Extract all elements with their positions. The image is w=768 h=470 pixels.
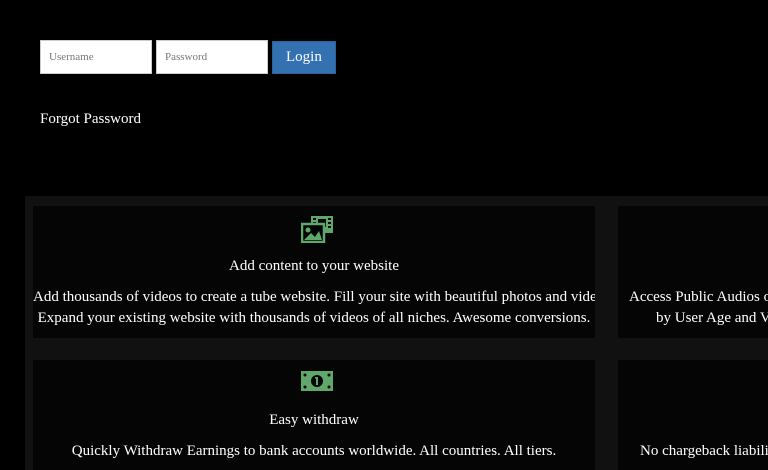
feature-title: Add content to your website bbox=[229, 258, 399, 274]
feature-card-withdraw: Easy withdraw Quickly Withdraw Earnings … bbox=[33, 360, 595, 470]
feature-card-content: Add content to your website Add thousand… bbox=[33, 206, 595, 338]
feature-title: Easy withdraw bbox=[269, 412, 359, 428]
feature-description-line: by User Age and Vi bbox=[656, 310, 768, 326]
feature-description-line: Quickly Withdraw Earnings to bank accoun… bbox=[71, 443, 557, 459]
username-input[interactable] bbox=[40, 40, 152, 74]
images-icon bbox=[301, 216, 333, 243]
feature-description-line: Expand your existing website with thousa… bbox=[37, 310, 591, 326]
money-icon bbox=[301, 371, 333, 391]
password-input[interactable] bbox=[156, 40, 268, 74]
forgot-password-link[interactable]: Forgot Password bbox=[40, 111, 141, 128]
feature-description-line: Access Public Audios of bbox=[629, 289, 768, 305]
feature-description: Access Public Audios of by User Age and … bbox=[629, 287, 768, 329]
feature-grid: Add content to your website Add thousand… bbox=[25, 196, 768, 470]
page: Login Forgot Password Add content to you… bbox=[0, 0, 768, 470]
feature-description-line: No chargeback liability bbox=[640, 443, 768, 459]
feature-card-chargeback: No chargeback liability bbox=[618, 360, 768, 470]
feature-description: Add thousands of videos to create a tube… bbox=[33, 287, 595, 329]
login-button[interactable]: Login bbox=[272, 40, 336, 74]
feature-description: Quickly Withdraw Earnings to bank accoun… bbox=[33, 441, 595, 462]
login-form: Login bbox=[40, 40, 336, 74]
feature-description-line: Add thousands of videos to create a tube… bbox=[33, 289, 595, 305]
feature-card-audio: Access Public Audios of by User Age and … bbox=[618, 206, 768, 338]
feature-description: No chargeback liability bbox=[640, 441, 768, 462]
